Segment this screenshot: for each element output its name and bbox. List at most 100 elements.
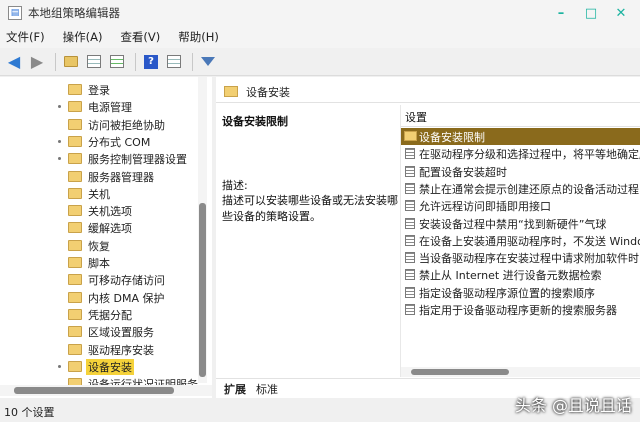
setting-label: 指定用于设备驱动程序更新的搜索服务器 (419, 304, 617, 317)
tree-item[interactable]: 内核 DMA 保护 (0, 289, 198, 306)
tree-item-label: 登录 (88, 84, 110, 97)
setting-label: 配置设备安装超时 (419, 165, 507, 179)
tree-item-label: 可移动存储访问 (88, 274, 165, 288)
filter-icon (201, 57, 215, 66)
minimize-button[interactable]: – (546, 2, 576, 24)
folder-icon (68, 205, 82, 217)
tree-item-label: 服务器管理器 (88, 170, 154, 184)
up-folder-button[interactable] (61, 52, 81, 72)
policy-row[interactable]: 禁止在通常会提示创建还原点的设备活动过程中创 (401, 180, 640, 197)
folder-icon (68, 170, 82, 182)
menu-view[interactable]: 查看(V) (120, 29, 160, 45)
export-button[interactable] (107, 52, 127, 72)
setting-label: 指定设备驱动程序源位置的搜索顺序 (419, 286, 595, 300)
policy-row[interactable]: 配置设备安装超时 (401, 163, 640, 180)
folder-icon (68, 135, 82, 147)
menu-file[interactable]: 文件(F) (6, 29, 45, 45)
tree-item[interactable]: 恢复 (0, 237, 198, 254)
tab-extended[interactable]: 扩展 (224, 381, 246, 397)
maximize-button[interactable]: □ (576, 2, 606, 24)
tree-item-label: 凭据分配 (88, 308, 132, 322)
policy-setting-icon (405, 252, 415, 264)
tree-horizontal-scroll-thumb[interactable] (14, 387, 174, 394)
tree-item[interactable]: 设备安装 (0, 358, 198, 375)
show-hide-tree-button[interactable] (84, 52, 104, 72)
policy-row[interactable]: 指定用于设备驱动程序更新的搜索服务器 (401, 301, 640, 318)
folder-icon (68, 326, 82, 338)
folder-icon (404, 131, 417, 141)
tree-item[interactable]: 关机选项 (0, 202, 198, 219)
details-header-title: 设备安装 (246, 85, 290, 99)
properties-icon (167, 55, 181, 68)
tab-standard[interactable]: 标准 (256, 381, 278, 397)
tree-item[interactable]: 脚本 (0, 254, 198, 271)
status-text: 10 个设置 (4, 406, 55, 419)
settings-column-header[interactable]: 设置 (401, 107, 640, 127)
settings-horizontal-scroll-thumb[interactable] (411, 369, 509, 375)
toolbar: ◀ ▶ ? (0, 48, 640, 76)
settings-folder-row[interactable]: 设备安装限制 (401, 128, 640, 145)
back-icon: ◀ (7, 52, 21, 71)
folder-icon (68, 84, 82, 95)
policy-setting-icon (405, 304, 415, 315)
policy-setting-icon (405, 148, 415, 160)
tree-item[interactable]: 关机 (0, 185, 198, 202)
watermark: 头条 @且说且话 (514, 396, 632, 415)
tree-item[interactable]: 服务器管理器 (0, 168, 198, 185)
tree-vertical-scroll-thumb[interactable] (199, 203, 206, 377)
folder-icon (68, 239, 82, 251)
toolbar-separator (192, 52, 193, 71)
setting-label: 在驱动程序分级和选择过程中，将平等地确定所有 (419, 148, 640, 162)
close-button[interactable]: ✕ (606, 2, 636, 24)
policy-row[interactable]: 允许远程访问即插即用接口 (401, 197, 640, 214)
policy-row[interactable]: 指定设备驱动程序源位置的搜索顺序 (401, 284, 640, 301)
tree-item[interactable]: 访问被拒绝协助 (0, 116, 198, 133)
expand-bullet-icon[interactable] (58, 105, 61, 109)
expand-bullet-icon[interactable] (58, 139, 61, 143)
tree-item-label: 分布式 COM (88, 135, 151, 149)
policy-row[interactable]: 当设备驱动程序在安装过程中请求附加软件时，禁 (401, 249, 640, 266)
menu-action[interactable]: 操作(A) (63, 29, 103, 45)
back-button[interactable]: ◀ (4, 52, 24, 72)
tree-item[interactable]: 登录 (0, 81, 198, 98)
policy-setting-icon (405, 200, 415, 212)
folder-icon (68, 274, 82, 286)
policy-row[interactable]: 禁止从 Internet 进行设备元数据检索 (401, 266, 640, 283)
menu-help[interactable]: 帮助(H) (178, 29, 219, 45)
policy-setting-icon (405, 286, 415, 298)
tree-item[interactable]: 可移动存储访问 (0, 271, 198, 288)
tree-item[interactable]: 电源管理 (0, 98, 198, 115)
tree-item-label: 脚本 (88, 257, 110, 270)
tree-item-label: 缓解选项 (88, 222, 132, 236)
filter-button[interactable] (198, 52, 218, 72)
policy-row[interactable]: 安装设备过程中禁用“找到新硬件”气球 (401, 215, 640, 232)
tree-item-label: 服务控制管理器设置 (88, 153, 187, 167)
forward-button[interactable]: ▶ (27, 52, 47, 72)
setting-label: 当设备驱动程序在安装过程中请求附加软件时，禁 (419, 252, 640, 266)
setting-label: 设备安装限制 (419, 131, 485, 144)
policy-row[interactable]: 在设备上安装通用驱动程序时，不发送 Windows (401, 232, 640, 249)
properties-button[interactable] (164, 52, 184, 72)
folder-icon (68, 222, 82, 234)
window-title: 本地组策略编辑器 (28, 6, 120, 20)
policy-setting-icon (405, 165, 415, 177)
expand-bullet-icon[interactable] (58, 364, 61, 368)
expand-bullet-icon[interactable] (58, 157, 61, 161)
tree-item[interactable]: 缓解选项 (0, 219, 198, 236)
tree-item[interactable]: 驱动程序安装 (0, 341, 198, 358)
toolbar-separator (135, 52, 136, 71)
help-button[interactable]: ? (141, 52, 161, 72)
folder-icon (224, 86, 238, 97)
details-header: 设备安装 (216, 81, 640, 103)
tree-item[interactable]: 凭据分配 (0, 306, 198, 323)
policy-row[interactable]: 在驱动程序分级和选择过程中，将平等地确定所有 (401, 145, 640, 162)
tree-item[interactable]: 服务控制管理器设置 (0, 150, 198, 167)
tree-item-label: 电源管理 (88, 101, 132, 115)
export-icon (110, 55, 124, 68)
tree-item[interactable]: 区域设置服务 (0, 323, 198, 340)
tree-item-label: 区域设置服务 (88, 326, 154, 340)
setting-label: 在设备上安装通用驱动程序时，不发送 Windows (419, 234, 640, 248)
folder-icon (68, 360, 82, 372)
description-label: 描述: (222, 179, 248, 192)
tree-item[interactable]: 分布式 COM (0, 133, 198, 150)
